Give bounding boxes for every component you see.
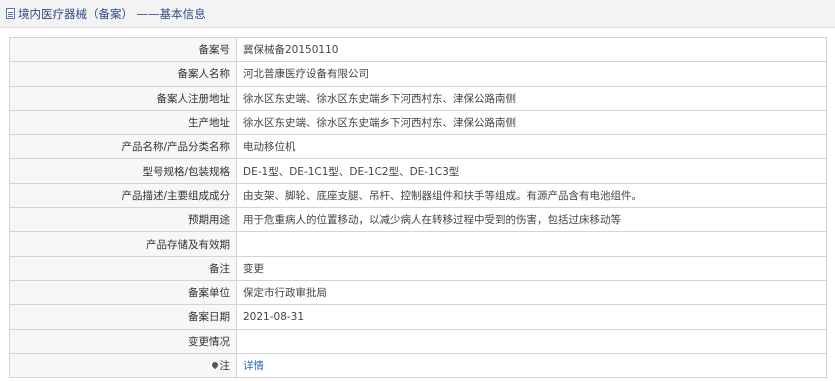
row-value: 徐水区东史端、徐水区东史端乡下河西村东、津保公路南侧	[236, 85, 827, 111]
row-value: 用于危重病人的位置移动，以减少病人在转移过程中受到的伤害，包括过床移动等	[236, 207, 827, 233]
table-row: 产品存储及有效期	[9, 231, 827, 257]
row-label: 型号规格/包装规格	[9, 158, 237, 184]
row-value: 保定市行政审批局	[236, 279, 827, 306]
table-row: 备案号 冀保械备20150110	[9, 36, 827, 63]
note-label-cell: 注	[9, 352, 237, 379]
row-value: 由支架、脚轮、底座支腿、吊杆、控制器组件和扶手等组成。有源产品含有电池组件。	[236, 182, 827, 209]
table-row: 备注 变更	[9, 255, 827, 281]
row-value	[236, 231, 827, 257]
info-table: 备案号 冀保械备20150110 备案人名称 河北普康医疗设备有限公司 备案人注册地…	[9, 36, 827, 379]
note-label: 注	[219, 360, 231, 372]
page-header: 境内医疗器械（备案） ——基本信息	[0, 0, 835, 28]
note-value-cell: 详情	[236, 352, 827, 379]
row-label: 变更情况	[9, 328, 237, 354]
row-label: 备案人注册地址	[9, 85, 237, 111]
row-value: 电动移位机	[236, 134, 827, 160]
table-row: 备案日期 2021-08-31	[9, 304, 827, 330]
row-label: 生产地址	[9, 109, 237, 136]
row-value	[236, 328, 827, 354]
row-value: 变更	[236, 255, 827, 281]
table-row: 产品描述/主要组成成分 由支架、脚轮、底座支腿、吊杆、控制器组件和扶手等组成。有源…	[9, 182, 827, 209]
details-link[interactable]: 详情	[243, 360, 264, 372]
row-value: 冀保械备20150110	[236, 36, 827, 63]
page-title: 境内医疗器械（备案） ——基本信息	[18, 6, 206, 21]
table-row: 注 详情	[9, 352, 827, 379]
row-value: 2021-08-31	[236, 304, 827, 330]
row-value: DE-1型、DE-1C1型、DE-1C2型、DE-1C3型	[236, 158, 827, 184]
table-row: 产品名称/产品分类名称 电动移位机	[9, 134, 827, 160]
row-label: 备注	[9, 255, 237, 281]
row-label: 预期用途	[9, 207, 237, 233]
table-row: 型号规格/包装规格 DE-1型、DE-1C1型、DE-1C2型、DE-1C3型	[9, 158, 827, 184]
table-row: 备案人名称 河北普康医疗设备有限公司	[9, 61, 827, 87]
table-row: 备案单位 保定市行政审批局	[9, 279, 827, 306]
table-row: 生产地址 徐水区东史端、徐水区东史端乡下河西村东、津保公路南侧	[9, 109, 827, 136]
pin-icon	[210, 360, 219, 370]
row-label: 备案人名称	[9, 61, 237, 87]
row-label: 产品描述/主要组成成分	[9, 182, 237, 209]
row-label: 备案日期	[9, 304, 237, 330]
document-icon	[6, 8, 15, 19]
table-row: 预期用途 用于危重病人的位置移动，以减少病人在转移过程中受到的伤害，包括过床移动等	[9, 207, 827, 233]
table-row: 备案人注册地址 徐水区东史端、徐水区东史端乡下河西村东、津保公路南侧	[9, 85, 827, 111]
row-value: 河北普康医疗设备有限公司	[236, 61, 827, 87]
row-label: 产品存储及有效期	[9, 231, 237, 257]
row-label: 产品名称/产品分类名称	[9, 134, 237, 160]
table-row: 变更情况	[9, 328, 827, 354]
row-label: 备案号	[9, 36, 237, 63]
row-label: 备案单位	[9, 279, 237, 306]
row-value: 徐水区东史端、徐水区东史端乡下河西村东、津保公路南侧	[236, 109, 827, 136]
